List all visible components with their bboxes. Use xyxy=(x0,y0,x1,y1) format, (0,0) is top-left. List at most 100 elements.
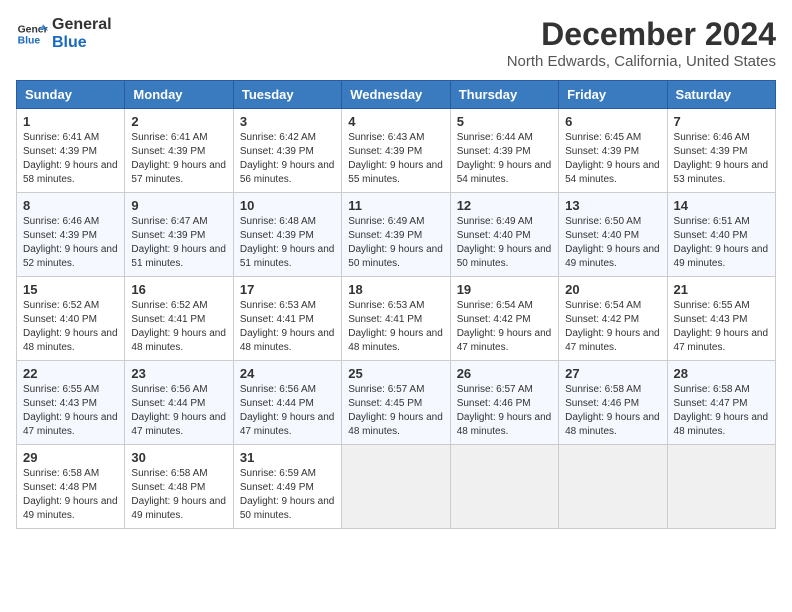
header-thursday: Thursday xyxy=(450,81,558,109)
day-number: 26 xyxy=(457,366,552,381)
sunset-label: Sunset: 4:39 PM xyxy=(131,146,205,157)
day-number: 18 xyxy=(348,282,443,297)
sunset-label: Sunset: 4:44 PM xyxy=(240,398,314,409)
day-info: Sunrise: 6:45 AM Sunset: 4:39 PM Dayligh… xyxy=(565,131,660,187)
sunset-label: Sunset: 4:46 PM xyxy=(457,398,531,409)
daylight-label: Daylight: 9 hours and 47 minutes. xyxy=(23,412,118,437)
day-number: 17 xyxy=(240,282,335,297)
sunset-label: Sunset: 4:48 PM xyxy=(131,482,205,493)
sunrise-label: Sunrise: 6:52 AM xyxy=(23,300,99,311)
sunrise-label: Sunrise: 6:52 AM xyxy=(131,300,207,311)
calendar-cell: 12 Sunrise: 6:49 AM Sunset: 4:40 PM Dayl… xyxy=(450,193,558,277)
calendar-cell: 10 Sunrise: 6:48 AM Sunset: 4:39 PM Dayl… xyxy=(233,193,341,277)
day-info: Sunrise: 6:43 AM Sunset: 4:39 PM Dayligh… xyxy=(348,131,443,187)
sunrise-label: Sunrise: 6:45 AM xyxy=(565,132,641,143)
daylight-label: Daylight: 9 hours and 49 minutes. xyxy=(23,496,118,521)
sunset-label: Sunset: 4:39 PM xyxy=(674,146,748,157)
sunrise-label: Sunrise: 6:44 AM xyxy=(457,132,533,143)
day-info: Sunrise: 6:53 AM Sunset: 4:41 PM Dayligh… xyxy=(348,299,443,355)
sunrise-label: Sunrise: 6:54 AM xyxy=(457,300,533,311)
daylight-label: Daylight: 9 hours and 57 minutes. xyxy=(131,160,226,185)
day-info: Sunrise: 6:42 AM Sunset: 4:39 PM Dayligh… xyxy=(240,131,335,187)
header-friday: Friday xyxy=(559,81,667,109)
day-info: Sunrise: 6:46 AM Sunset: 4:39 PM Dayligh… xyxy=(674,131,769,187)
sunset-label: Sunset: 4:40 PM xyxy=(565,230,639,241)
day-number: 25 xyxy=(348,366,443,381)
daylight-label: Daylight: 9 hours and 48 minutes. xyxy=(240,328,335,353)
day-number: 19 xyxy=(457,282,552,297)
daylight-label: Daylight: 9 hours and 48 minutes. xyxy=(674,412,769,437)
sunset-label: Sunset: 4:48 PM xyxy=(23,482,97,493)
sunset-label: Sunset: 4:39 PM xyxy=(240,146,314,157)
daylight-label: Daylight: 9 hours and 50 minutes. xyxy=(240,496,335,521)
day-info: Sunrise: 6:56 AM Sunset: 4:44 PM Dayligh… xyxy=(240,383,335,439)
sunrise-label: Sunrise: 6:43 AM xyxy=(348,132,424,143)
header-sunday: Sunday xyxy=(17,81,125,109)
day-number: 31 xyxy=(240,450,335,465)
calendar-cell: 18 Sunrise: 6:53 AM Sunset: 4:41 PM Dayl… xyxy=(342,277,450,361)
day-number: 22 xyxy=(23,366,118,381)
day-info: Sunrise: 6:41 AM Sunset: 4:39 PM Dayligh… xyxy=(131,131,226,187)
day-info: Sunrise: 6:47 AM Sunset: 4:39 PM Dayligh… xyxy=(131,215,226,271)
header-tuesday: Tuesday xyxy=(233,81,341,109)
daylight-label: Daylight: 9 hours and 49 minutes. xyxy=(674,244,769,269)
logo: General Blue General Blue xyxy=(16,16,112,51)
calendar-cell: 24 Sunrise: 6:56 AM Sunset: 4:44 PM Dayl… xyxy=(233,361,341,445)
daylight-label: Daylight: 9 hours and 48 minutes. xyxy=(348,328,443,353)
day-info: Sunrise: 6:58 AM Sunset: 4:48 PM Dayligh… xyxy=(23,467,118,523)
sunset-label: Sunset: 4:47 PM xyxy=(674,398,748,409)
day-number: 7 xyxy=(674,114,769,129)
day-number: 12 xyxy=(457,198,552,213)
sunset-label: Sunset: 4:39 PM xyxy=(348,146,422,157)
day-info: Sunrise: 6:57 AM Sunset: 4:45 PM Dayligh… xyxy=(348,383,443,439)
sunset-label: Sunset: 4:49 PM xyxy=(240,482,314,493)
daylight-label: Daylight: 9 hours and 55 minutes. xyxy=(348,160,443,185)
daylight-label: Daylight: 9 hours and 53 minutes. xyxy=(674,160,769,185)
logo-icon: General Blue xyxy=(16,18,48,50)
sunrise-label: Sunrise: 6:56 AM xyxy=(131,384,207,395)
daylight-label: Daylight: 9 hours and 51 minutes. xyxy=(131,244,226,269)
day-number: 24 xyxy=(240,366,335,381)
sunrise-label: Sunrise: 6:48 AM xyxy=(240,216,316,227)
day-info: Sunrise: 6:55 AM Sunset: 4:43 PM Dayligh… xyxy=(674,299,769,355)
day-info: Sunrise: 6:51 AM Sunset: 4:40 PM Dayligh… xyxy=(674,215,769,271)
page-header: General Blue General Blue December 2024 … xyxy=(16,16,776,70)
sunset-label: Sunset: 4:44 PM xyxy=(131,398,205,409)
sunset-label: Sunset: 4:39 PM xyxy=(23,230,97,241)
sunset-label: Sunset: 4:41 PM xyxy=(348,314,422,325)
sunrise-label: Sunrise: 6:53 AM xyxy=(348,300,424,311)
daylight-label: Daylight: 9 hours and 54 minutes. xyxy=(457,160,552,185)
sunrise-label: Sunrise: 6:49 AM xyxy=(457,216,533,227)
day-info: Sunrise: 6:49 AM Sunset: 4:39 PM Dayligh… xyxy=(348,215,443,271)
sunset-label: Sunset: 4:42 PM xyxy=(565,314,639,325)
calendar-cell: 2 Sunrise: 6:41 AM Sunset: 4:39 PM Dayli… xyxy=(125,109,233,193)
calendar-cell: 11 Sunrise: 6:49 AM Sunset: 4:39 PM Dayl… xyxy=(342,193,450,277)
daylight-label: Daylight: 9 hours and 51 minutes. xyxy=(240,244,335,269)
header-saturday: Saturday xyxy=(667,81,775,109)
day-number: 4 xyxy=(348,114,443,129)
daylight-label: Daylight: 9 hours and 49 minutes. xyxy=(131,496,226,521)
day-number: 5 xyxy=(457,114,552,129)
calendar-header-row: SundayMondayTuesdayWednesdayThursdayFrid… xyxy=(17,81,776,109)
sunrise-label: Sunrise: 6:46 AM xyxy=(674,132,750,143)
sunset-label: Sunset: 4:43 PM xyxy=(674,314,748,325)
sunrise-label: Sunrise: 6:58 AM xyxy=(674,384,750,395)
daylight-label: Daylight: 9 hours and 48 minutes. xyxy=(348,412,443,437)
day-info: Sunrise: 6:50 AM Sunset: 4:40 PM Dayligh… xyxy=(565,215,660,271)
calendar-cell: 8 Sunrise: 6:46 AM Sunset: 4:39 PM Dayli… xyxy=(17,193,125,277)
day-info: Sunrise: 6:58 AM Sunset: 4:47 PM Dayligh… xyxy=(674,383,769,439)
calendar-week-5: 29 Sunrise: 6:58 AM Sunset: 4:48 PM Dayl… xyxy=(17,445,776,529)
sunrise-label: Sunrise: 6:51 AM xyxy=(674,216,750,227)
logo-blue: Blue xyxy=(52,34,112,52)
day-info: Sunrise: 6:56 AM Sunset: 4:44 PM Dayligh… xyxy=(131,383,226,439)
day-number: 23 xyxy=(131,366,226,381)
sunrise-label: Sunrise: 6:58 AM xyxy=(23,468,99,479)
daylight-label: Daylight: 9 hours and 54 minutes. xyxy=(565,160,660,185)
sunrise-label: Sunrise: 6:41 AM xyxy=(131,132,207,143)
calendar-week-2: 8 Sunrise: 6:46 AM Sunset: 4:39 PM Dayli… xyxy=(17,193,776,277)
svg-text:Blue: Blue xyxy=(18,35,41,46)
header-wednesday: Wednesday xyxy=(342,81,450,109)
day-number: 1 xyxy=(23,114,118,129)
calendar-cell: 28 Sunrise: 6:58 AM Sunset: 4:47 PM Dayl… xyxy=(667,361,775,445)
daylight-label: Daylight: 9 hours and 47 minutes. xyxy=(131,412,226,437)
